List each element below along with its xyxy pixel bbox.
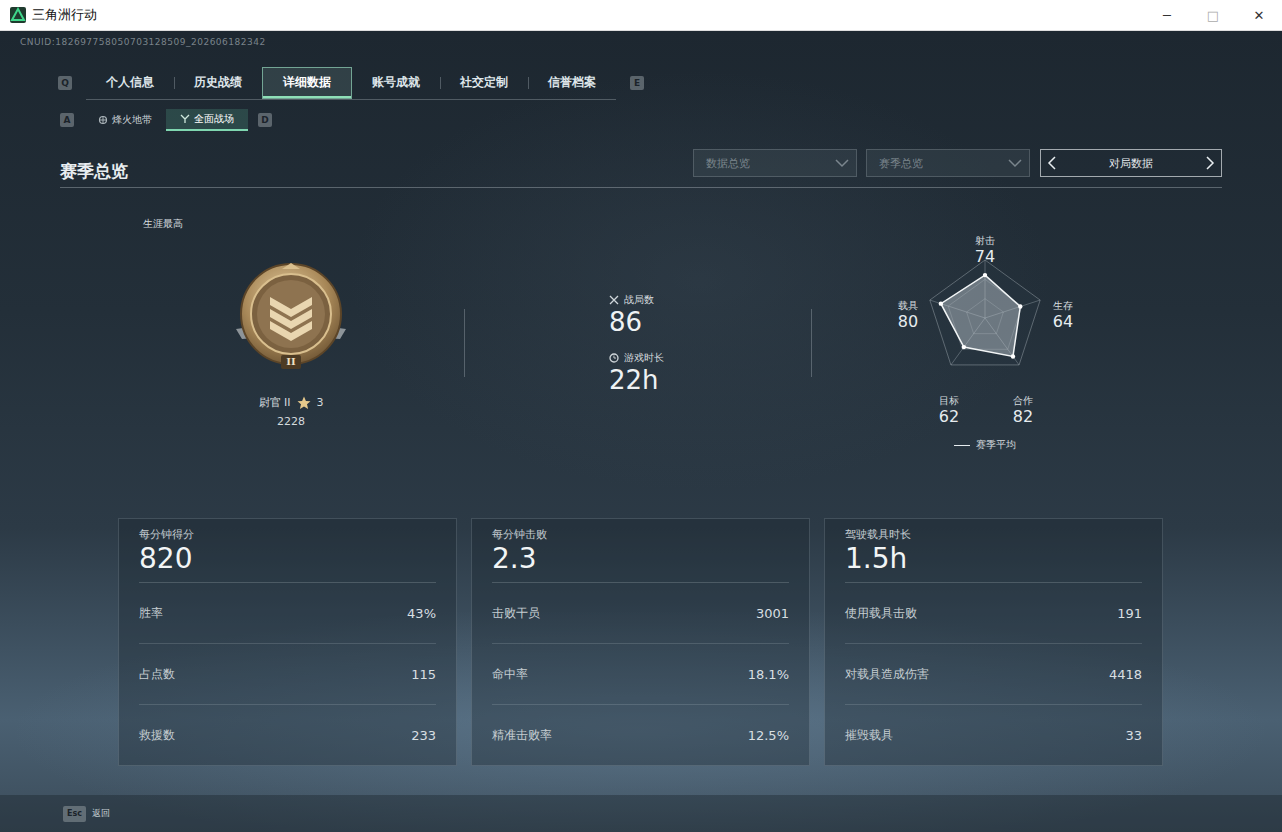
minimize-button[interactable]: ─ [1144, 0, 1190, 30]
close-button[interactable]: ✕ [1236, 0, 1282, 30]
branch-icon [180, 114, 190, 124]
footer-bar: Esc 返回 [0, 795, 1282, 832]
stat-card: 每分钟击败2.3击败干员3001命中率18.1%精准击败率12.5% [471, 518, 810, 766]
rank-score: 2228 [277, 415, 305, 428]
summary-panel: 战局数86 游戏时长22h [465, 188, 811, 506]
radar-legend: 赛季平均 [954, 438, 1016, 452]
filter-dropdown[interactable]: 数据总览 [693, 149, 857, 177]
nav-tab[interactable]: 历史战绩 [174, 67, 262, 99]
next-mode-key: D [258, 113, 272, 127]
section-title: 赛季总览 [60, 154, 684, 183]
filter-dropdown[interactable]: 赛季总览 [866, 149, 1030, 177]
summary-stat: 战局数86 [609, 293, 654, 337]
prev-mode-key: A [60, 113, 74, 127]
nav-tab[interactable]: 个人信息 [86, 67, 174, 99]
window-title: 三角洲行动 [32, 6, 1144, 24]
stat-row: 救援数233 [139, 705, 436, 765]
rank-stars: 3 [317, 396, 324, 409]
nav-tab[interactable]: 信誉档案 [528, 67, 616, 99]
rank-chevron-icon [226, 259, 356, 371]
stat-row: 胜率43% [139, 583, 436, 644]
stat-row: 摧毁载具33 [845, 705, 1142, 765]
stat-row: 命中率18.1% [492, 644, 789, 705]
summary-stat: 游戏时长22h [609, 351, 664, 395]
radar-axis: 射击74 [945, 234, 1025, 267]
rank-name: 尉官 II [259, 395, 291, 410]
section-header: 赛季总览数据总览赛季总览对局数据 [60, 149, 1222, 188]
mode-tab[interactable]: 烽火地带 [84, 109, 166, 131]
radar-chart: 射击74 生存64 合作82目标62 载具80 [855, 208, 1115, 436]
mode-tab[interactable]: 全面战场 [166, 109, 248, 131]
nav-tab[interactable]: 社交定制 [440, 67, 528, 99]
stat-card: 驾驶载具时长1.5h使用载具击败191对载具造成伤害4418摧毁载具33 [824, 518, 1163, 766]
career-title: 生涯最高 [143, 217, 183, 231]
stat-row: 占点数115 [139, 644, 436, 705]
tab-bar: 个人信息历史战绩详细数据账号成就社交定制信誉档案 [86, 67, 616, 100]
prev-tab-key: Q [58, 76, 72, 90]
stat-row: 使用载具击败191 [845, 583, 1142, 644]
esc-key: Esc [63, 806, 86, 822]
app-logo-icon [10, 7, 26, 23]
radar-axis: 载具80 [868, 299, 948, 332]
title-bar: 三角洲行动─□✕ [0, 0, 1282, 31]
back-button[interactable]: 返回 [92, 807, 110, 820]
data-switcher[interactable]: 对局数据 [1040, 149, 1222, 177]
radar-axis: 生存64 [1023, 299, 1103, 332]
star-icon [297, 396, 311, 410]
stat-card: 每分钟得分820胜率43%占点数115救援数233 [118, 518, 457, 766]
stat-row: 精准击败率12.5% [492, 705, 789, 765]
radar-axis: 目标62 [909, 394, 989, 427]
chevron-down-icon [834, 158, 850, 168]
clock-icon [609, 353, 619, 363]
rank-badge: II [226, 259, 356, 371]
radar-area [941, 275, 1020, 356]
career-panel: 生涯最高 II 尉官 II 3 2228 [118, 188, 464, 506]
stat-row: 击败干员3001 [492, 583, 789, 644]
stat-row: 对载具造成伤害4418 [845, 644, 1142, 705]
game-screen: CNUID:182697758050703128509_202606182342… [0, 31, 1282, 832]
crosshair-icon [98, 115, 108, 125]
chevron-right-icon [1205, 155, 1215, 171]
nav-tab[interactable]: 账号成就 [352, 67, 440, 99]
player-uid: CNUID:182697758050703128509_202606182342 [20, 31, 1222, 51]
next-tab-key: E [630, 76, 644, 90]
nav-tab[interactable]: 详细数据 [262, 67, 352, 99]
chevron-left-icon [1047, 155, 1057, 171]
mode-tabs: 烽火地带全面战场 [84, 109, 248, 131]
radar-panel: 射击74 生存64 合作82目标62 载具80 赛季平均 [812, 188, 1158, 506]
maximize-button[interactable]: □ [1190, 0, 1236, 30]
chevron-down-icon [1007, 158, 1023, 168]
radar-axis: 合作82 [983, 394, 1063, 427]
crossed-swords-icon [609, 295, 619, 305]
